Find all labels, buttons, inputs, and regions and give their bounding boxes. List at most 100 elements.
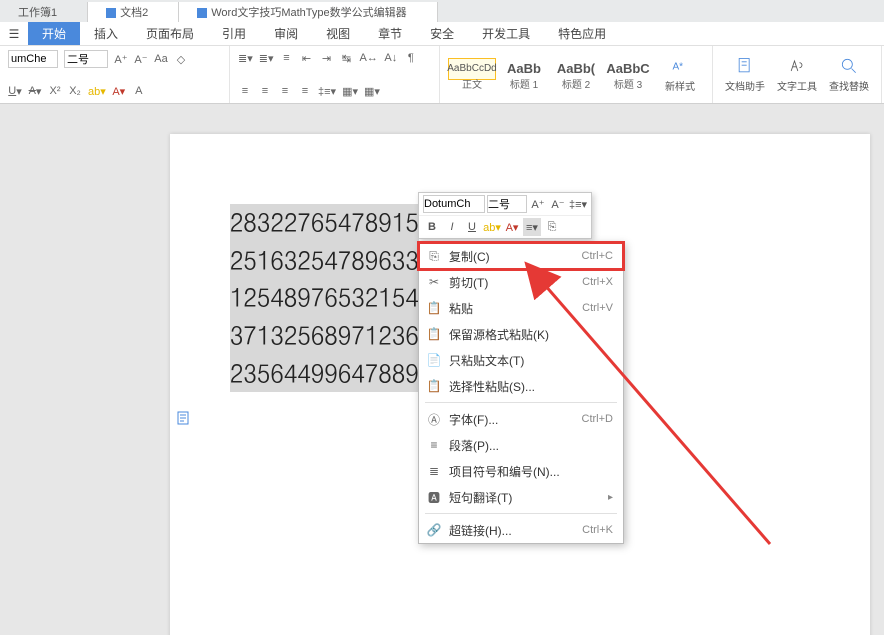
superscript-button[interactable]: X² [48,83,62,99]
tab-button[interactable]: ↹ [340,50,354,66]
style-title2[interactable]: AaBb( 标题 2 [552,58,600,92]
text-selection[interactable]: 28322765478915 25163254789633 1254897653… [230,204,419,392]
menu-references[interactable]: 引用 [208,22,260,45]
context-hyperlink-shortcut: Ctrl+K [582,524,613,536]
clipboard-special-icon: 📋 [425,379,443,393]
numbering-button[interactable]: ≣▾ [259,50,274,66]
context-bullets[interactable]: ≣ 项目符号和编号(N)... [419,458,623,484]
translate-icon: 🅰 [425,489,443,506]
menu-devtools[interactable]: 开发工具 [468,22,544,45]
context-copy[interactable]: ⎘ 复制(C) Ctrl+C [419,243,623,269]
align-center-button[interactable]: ≡ [258,83,272,99]
find-replace-button[interactable]: 查找替换 [825,56,873,93]
context-cut-label: 剪切(T) [443,274,582,291]
mini-font-select[interactable] [423,195,485,213]
align-dist-button[interactable]: ≡ [280,50,294,66]
menu-insert[interactable]: 插入 [80,22,132,45]
mini-insert[interactable]: ⎘ [543,218,561,236]
menu-pagelayout[interactable]: 页面布局 [132,22,208,45]
context-cut-shortcut: Ctrl+X [582,276,613,288]
font-color-button[interactable]: A▾ [112,83,126,99]
shrink-font-button[interactable]: A⁻ [134,51,148,67]
doc-line-1: 28322765478915 [230,204,419,242]
mini-underline[interactable]: U [463,218,481,236]
context-paste-keep-format[interactable]: 📋 保留源格式粘贴(K) [419,321,623,347]
char-scale-button[interactable]: A↔ [360,50,378,66]
context-paste-special[interactable]: 📋 选择性粘贴(S)... [419,373,623,399]
copy-icon: ⎘ [425,249,443,264]
shading-button[interactable]: ▦▾ [342,83,358,99]
menu-chapter[interactable]: 章节 [364,22,416,45]
context-translate[interactable]: 🅰 短句翻译(T) ▸ [419,484,623,510]
strike-button[interactable]: A▾ [28,83,42,99]
new-style-button[interactable]: A* 新样式 [656,56,704,93]
text-tools-icon [787,56,807,76]
search-icon [839,56,859,76]
mini-size-select[interactable] [487,195,527,213]
subscript-button[interactable]: X₂ [68,83,82,99]
menu-view[interactable]: 视图 [312,22,364,45]
mini-linespacing[interactable]: ‡≡▾ [569,195,587,213]
style-title1[interactable]: AaBb 标题 1 [500,58,548,92]
context-cut[interactable]: ✂ 剪切(T) Ctrl+X [419,269,623,295]
align-left-button[interactable]: ≡ [238,83,252,99]
change-case-button[interactable]: Aa [154,51,168,67]
underline-button[interactable]: U▾ [8,83,22,99]
mini-fontcolor[interactable]: A▾ [503,218,521,236]
context-menu: ⎘ 复制(C) Ctrl+C ✂ 剪切(T) Ctrl+X 📋 粘贴 Ctrl+… [418,242,624,544]
style-zhengwen-label: 正文 [448,80,496,92]
context-font[interactable]: Ⓐ 字体(F)... Ctrl+D [419,406,623,432]
submenu-arrow-icon: ▸ [608,492,613,503]
show-marks-button[interactable]: ¶ [404,50,418,66]
doc-helper-icon [735,56,755,76]
ribbon: A⁺ A⁻ Aa ◇ U▾ A▾ X² X₂ ab▾ A▾ A ≣▾ ≣▾ ≡ … [0,46,884,104]
mini-highlight[interactable]: ab▾ [483,218,501,236]
context-separator-2 [425,513,617,514]
char-shading-button[interactable]: A [132,83,146,99]
menu-security[interactable]: 安全 [416,22,468,45]
font-name-select[interactable] [8,50,58,68]
context-paste[interactable]: 📋 粘贴 Ctrl+V [419,295,623,321]
align-justify-button[interactable]: ≡ [298,83,312,99]
increase-indent-button[interactable]: ⇥ [320,50,334,66]
style-title3[interactable]: AaBbC 标题 3 [604,58,652,92]
document-tab-3[interactable]: Word文字技巧MathType数学公式编辑器 [179,2,437,22]
align-right-button[interactable]: ≡ [278,83,292,99]
menu-start[interactable]: 开始 [28,22,80,45]
context-hyperlink-label: 超链接(H)... [443,522,582,539]
doc-helper-button[interactable]: 文档助手 [721,56,769,93]
page-side-icon[interactable] [176,410,192,426]
text-tools-label: 文字工具 [777,78,817,93]
decrease-indent-button[interactable]: ⇤ [300,50,314,66]
style-title1-label: 标题 1 [500,80,548,92]
menu-special[interactable]: 特色应用 [544,22,620,45]
font-size-select[interactable] [64,50,108,68]
style-zhengwen[interactable]: AaBbCcDd 正文 [448,58,496,92]
line-spacing-button[interactable]: ‡≡▾ [318,83,336,99]
mini-grow-font[interactable]: A⁺ [529,195,547,213]
clear-format-button[interactable]: ◇ [174,51,188,67]
context-paragraph[interactable]: ≡ 段落(P)... [419,432,623,458]
context-hyperlink[interactable]: 🔗 超链接(H)... Ctrl+K [419,517,623,543]
mini-italic[interactable]: I [443,218,461,236]
grow-font-button[interactable]: A⁺ [114,51,128,67]
app-menu-icon[interactable]: ☰ [0,22,28,45]
mini-shrink-font[interactable]: A⁻ [549,195,567,213]
borders-button[interactable]: ▦▾ [364,83,380,99]
menu-review[interactable]: 审阅 [260,22,312,45]
mini-bold[interactable]: B [423,218,441,236]
highlight-button[interactable]: ab▾ [88,83,106,99]
context-paste-special-label: 选择性粘贴(S)... [443,378,613,395]
document-tab-2[interactable]: 文档2 [88,2,179,22]
mini-align[interactable]: ≡▾ [523,218,541,236]
context-paste-shortcut: Ctrl+V [582,302,613,314]
paragraph-icon: ≡ [425,438,443,452]
text-tools-button[interactable]: 文字工具 [773,56,821,93]
document-tab-1[interactable]: 工作簿1 [0,2,88,22]
document-body: 28322765478915 25163254789633 1254897653… [230,204,419,392]
bullets-button[interactable]: ≣▾ [238,50,253,66]
style-title1-preview: AaBb [500,58,548,80]
context-translate-label: 短句翻译(T) [443,489,608,506]
context-paste-text-only[interactable]: 📄 只粘贴文本(T) [419,347,623,373]
sort-button[interactable]: A↓ [384,50,398,66]
